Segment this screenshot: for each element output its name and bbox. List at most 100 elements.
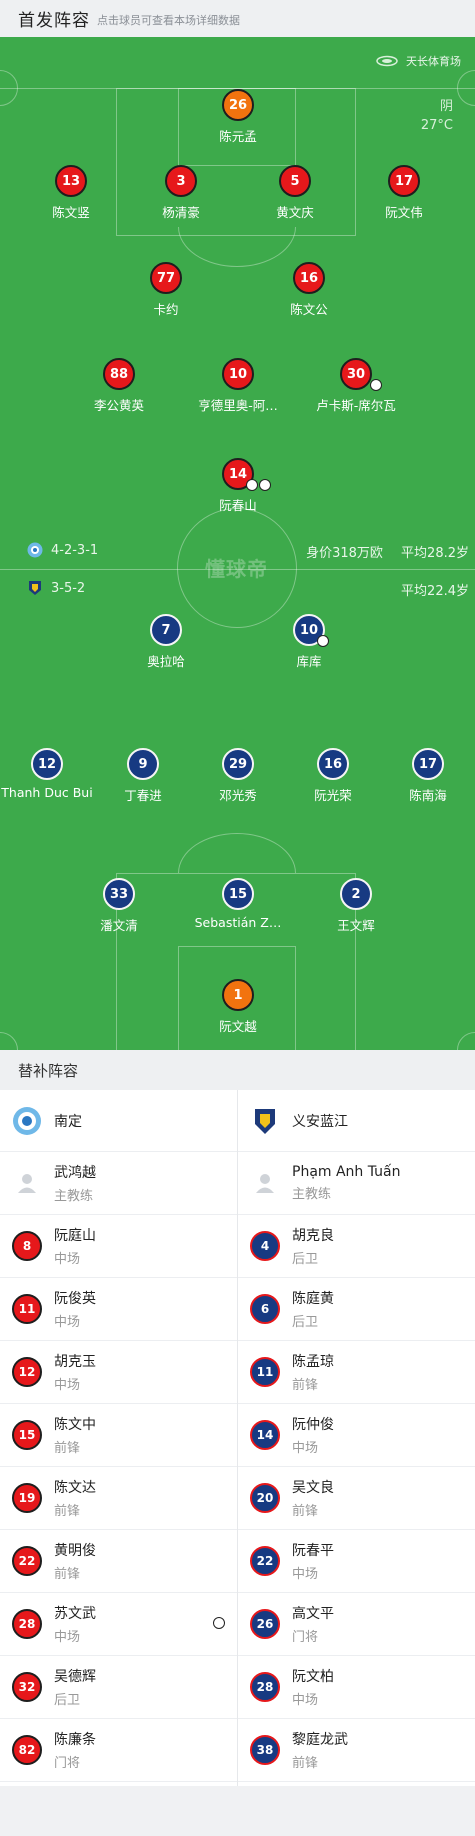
player-home-4[interactable]: 5 黄文庆 [240, 165, 350, 221]
home-team-row[interactable]: 南定 [0, 1090, 237, 1152]
sub-name: 吴德辉 [54, 1669, 96, 1685]
away-subs-column: 义安蓝江 Phạm Anh Tuấn 主教练 4 胡克良 后卫 6 陈庭黄 后卫 1… [238, 1090, 475, 1786]
sub-row[interactable]: 26 高文平 门将 [238, 1593, 475, 1656]
player-home-1[interactable]: 26 陈元孟 [183, 89, 293, 145]
sub-row[interactable]: 6 陈庭黄 后卫 [238, 1278, 475, 1341]
player-name: 邓光秀 [219, 788, 257, 803]
player-home-8[interactable]: 88 李公黄英 [64, 358, 174, 414]
substitutes-title: 替补阵容 [18, 1061, 79, 1080]
sub-number: 8 [12, 1231, 42, 1261]
player-home-11[interactable]: 14 阮春山 [183, 458, 293, 514]
player-number: 9 [127, 748, 159, 780]
sub-row[interactable]: 8 阮庭山 中场 [0, 1215, 237, 1278]
player-away-9[interactable]: 15 Sebastián Z… [183, 878, 293, 930]
sub-row[interactable]: 22 黄明俊前锋 [0, 1530, 237, 1593]
coach-role: 主教练 [54, 1189, 94, 1204]
sub-number: 15 [12, 1420, 42, 1450]
sub-position: 中场 [292, 1441, 319, 1456]
sub-name: 陈文达 [54, 1480, 96, 1496]
corner-arc-tr [457, 70, 475, 106]
player-number: 5 [279, 165, 311, 197]
player-home-9[interactable]: 10 亨德里奥-阿… [183, 358, 293, 414]
sub-row[interactable]: 28 阮文柏 中场 [238, 1656, 475, 1719]
sub-row[interactable]: 12 胡克玉 中场 [0, 1341, 237, 1404]
away-team-row[interactable]: 义安蓝江 [238, 1090, 475, 1152]
away-avg-age: 平均22.4岁 [401, 584, 469, 599]
sub-row[interactable]: 11 陈孟琼 前锋 [238, 1341, 475, 1404]
player-away-gk[interactable]: 1 阮文越 [183, 979, 293, 1035]
sub-position: 门将 [54, 1756, 81, 1771]
player-number: 15 [222, 878, 254, 910]
sub-row[interactable]: 20 吴文良 前锋 [238, 1467, 475, 1530]
weather-info: 阴 27°C [421, 97, 453, 135]
sub-position: 前锋 [54, 1504, 81, 1519]
player-number: 16 [293, 262, 325, 294]
away-coach-row[interactable]: Phạm Anh Tuấn 主教练 [238, 1152, 475, 1215]
sub-number: 26 [250, 1609, 280, 1639]
player-number: 26 [222, 89, 254, 121]
sub-row[interactable]: 14 阮仲俊 中场 [238, 1404, 475, 1467]
sub-name: 阮庭山 [54, 1228, 96, 1244]
sub-number: 6 [250, 1294, 280, 1324]
sub-number: 22 [250, 1546, 280, 1576]
sub-row[interactable]: 15 陈文中 前锋 [0, 1404, 237, 1467]
player-away-3[interactable]: 12 Thanh Duc Bui [0, 748, 102, 800]
sub-name: 吴文良 [292, 1480, 334, 1496]
player-number: 33 [103, 878, 135, 910]
away-team-logo-icon [255, 1108, 275, 1134]
player-number: 77 [150, 262, 182, 294]
sub-row[interactable]: 28 苏文武 中场 [0, 1593, 237, 1656]
away-team-icon [29, 581, 41, 595]
player-away-1[interactable]: 7 奥拉哈 [111, 614, 221, 670]
sub-row[interactable]: 38 黎庭龙武 前锋 [238, 1719, 475, 1782]
home-team-logo-icon [13, 1106, 41, 1135]
player-home-5[interactable]: 17 阮文伟 [349, 165, 459, 221]
sub-row[interactable]: 82 陈廉条 门将 [0, 1719, 237, 1782]
player-home-10[interactable]: 30 卢卡斯-席尔瓦 [301, 358, 411, 414]
player-home-6[interactable]: 77 卡约 [111, 262, 221, 318]
sub-position: 后卫 [54, 1693, 81, 1708]
player-away-2[interactable]: 10 库库 [254, 614, 364, 670]
sub-row[interactable]: 19 陈文达前锋 [0, 1467, 237, 1530]
player-away-10[interactable]: 2 王文辉 [301, 878, 411, 934]
player-name: 陈元孟 [219, 129, 257, 144]
sub-row[interactable]: 22 阮春平 中场 [238, 1530, 475, 1593]
coach-avatar-icon [12, 1168, 42, 1198]
sub-name: 黎庭龙武 [292, 1732, 348, 1748]
coach-name: 武鸿越 [54, 1165, 96, 1181]
player-home-2[interactable]: 13 陈文竖 [16, 165, 126, 221]
player-name: Sebastián Z… [194, 915, 282, 930]
home-market-value: 身价318万欧 [306, 546, 383, 561]
player-number: 10 [222, 358, 254, 390]
lineup-subtitle: 点击球员可查看本场详细数据 [97, 13, 240, 27]
sub-name: 陈廉条 [54, 1732, 96, 1748]
player-home-3[interactable]: 3 杨清豪 [126, 165, 236, 221]
player-away-7[interactable]: 17 陈南海 [373, 748, 475, 804]
home-coach-row[interactable]: 武鸿越 主教练 [0, 1152, 237, 1215]
sub-row[interactable]: 4 胡克良 后卫 [238, 1215, 475, 1278]
sub-number: 19 [12, 1483, 42, 1513]
sub-number: 22 [12, 1546, 42, 1576]
player-away-6[interactable]: 16 阮光荣 [278, 748, 388, 804]
weather-condition: 阴 [439, 99, 453, 114]
sub-position: 后卫 [292, 1252, 319, 1267]
player-away-4[interactable]: 9 丁春进 [88, 748, 198, 804]
player-name: Thanh Duc Bui [1, 785, 93, 800]
sub-number: 4 [250, 1231, 280, 1261]
stadium-name: 天长体育场 [406, 55, 461, 68]
sub-row[interactable]: 32 吴德辉 后卫 [0, 1656, 237, 1719]
player-name: 陈南海 [409, 788, 447, 803]
player-name: 卢卡斯-席尔瓦 [316, 398, 396, 413]
player-away-5[interactable]: 29 邓光秀 [183, 748, 293, 804]
player-number: 13 [55, 165, 87, 197]
player-number: 17 [388, 165, 420, 197]
player-name: 阮光荣 [314, 788, 352, 803]
player-home-7[interactable]: 16 陈文公 [254, 262, 364, 318]
player-away-8[interactable]: 33 潘文清 [64, 878, 174, 934]
sub-position: 前锋 [54, 1567, 81, 1582]
pitch: 天长体育场 阴 27°C 懂球帝 4-2-3-1 身价318万欧 平均28.2岁… [0, 37, 475, 1050]
home-formation: 4-2-3-1 [51, 542, 99, 558]
player-name: 陈文公 [290, 302, 328, 317]
sub-row[interactable]: 11 阮俊英 中场 [0, 1278, 237, 1341]
sub-name: 黄明俊 [54, 1543, 96, 1559]
